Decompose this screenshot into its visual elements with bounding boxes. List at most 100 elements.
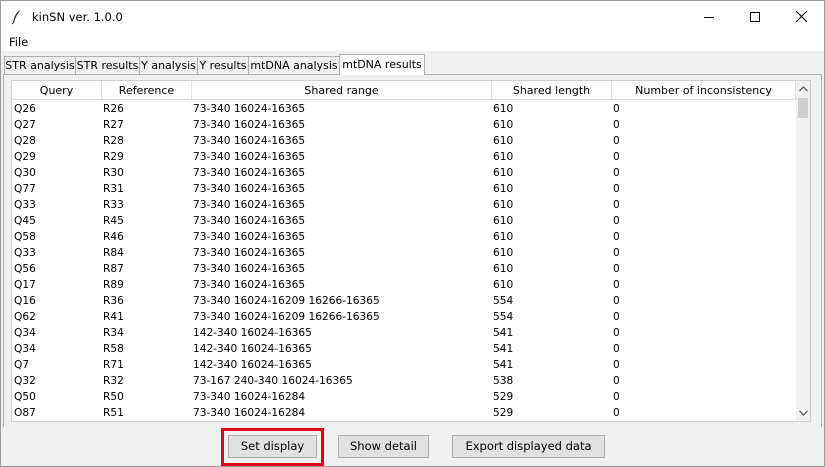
cell-reference: R50 xyxy=(103,391,124,403)
cell-query: Q26 xyxy=(14,103,36,115)
cell-query: Q34 xyxy=(14,343,36,355)
app-window: kinSN ver. 1.0.0 File STR analysis STR r… xyxy=(0,0,825,467)
table-row[interactable]: Q50 R50 73-340 16024-16284 529 0 xyxy=(12,389,796,405)
cell-shared-length: 610 xyxy=(493,135,514,147)
tab-y-analysis[interactable]: Y analysis xyxy=(139,56,198,74)
table-row[interactable]: Q17 R89 73-340 16024-16365 610 0 xyxy=(12,277,796,293)
cell-reference: R32 xyxy=(103,375,124,387)
vertical-scrollbar[interactable] xyxy=(796,81,810,421)
cell-shared-length: 610 xyxy=(493,279,514,291)
table-row[interactable]: O87 R51 73-340 16024-16284 529 0 xyxy=(12,405,796,421)
cell-shared-range: 142-340 16024-16365 xyxy=(193,343,312,355)
cell-query: Q77 xyxy=(14,183,36,195)
table-row[interactable]: Q56 R87 73-340 16024-16365 610 0 xyxy=(12,261,796,277)
highlight-box xyxy=(221,428,324,466)
cell-shared-length: 610 xyxy=(493,215,514,227)
cell-reference: R33 xyxy=(103,199,124,211)
cell-inconsistency: 0 xyxy=(613,151,620,163)
cell-reference: R28 xyxy=(103,135,124,147)
menu-file[interactable]: File xyxy=(9,35,28,49)
cell-shared-range: 73-340 16024-16365 xyxy=(193,183,306,195)
cell-shared-range: 73-340 16024-16209 16266-16365 xyxy=(193,311,380,323)
cell-inconsistency: 0 xyxy=(613,103,620,115)
table-row[interactable]: Q27 R27 73-340 16024-16365 610 0 xyxy=(12,117,796,133)
column-header-query[interactable]: Query xyxy=(12,81,102,100)
cell-inconsistency: 0 xyxy=(613,167,620,179)
cell-reference: R36 xyxy=(103,295,124,307)
table-row[interactable]: Q7 R71 142-340 16024-16365 541 0 xyxy=(12,357,796,373)
table-row[interactable]: Q62 R41 73-340 16024-16209 16266-16365 554 0 xyxy=(12,309,796,325)
cell-reference: R30 xyxy=(103,167,124,179)
table-row[interactable]: Q29 R29 73-340 16024-16365 610 0 xyxy=(12,149,796,165)
cell-inconsistency: 0 xyxy=(613,359,620,371)
table-row[interactable]: Q58 R46 73-340 16024-16365 610 0 xyxy=(12,229,796,245)
column-header-reference[interactable]: Reference xyxy=(102,81,192,100)
maximize-button[interactable] xyxy=(732,1,778,32)
cell-shared-length: 538 xyxy=(493,375,514,387)
cell-shared-range: 73-340 16024-16365 xyxy=(193,119,306,131)
cell-shared-length: 610 xyxy=(493,103,514,115)
table-row[interactable]: Q33 R33 73-340 16024-16365 610 0 xyxy=(12,197,796,213)
column-header-shared-length[interactable]: Shared length xyxy=(492,81,612,100)
cell-query: Q32 xyxy=(14,375,36,387)
cell-reference: R46 xyxy=(103,231,124,243)
cell-inconsistency: 0 xyxy=(613,215,620,227)
tab-mtdna-results[interactable]: mtDNA results xyxy=(339,54,425,75)
cell-inconsistency: 0 xyxy=(613,199,620,211)
table-row[interactable]: Q32 R32 73-167 240-340 16024-16365 538 0 xyxy=(12,373,796,389)
cell-inconsistency: 0 xyxy=(613,407,620,419)
table-row[interactable]: Q16 R36 73-340 16024-16209 16266-16365 554 0 xyxy=(12,293,796,309)
cell-shared-length: 610 xyxy=(493,151,514,163)
minimize-button[interactable] xyxy=(686,1,732,32)
scroll-down-button[interactable] xyxy=(796,405,810,421)
cell-reference: R29 xyxy=(103,151,124,163)
cell-shared-range: 73-340 16024-16209 16266-16365 xyxy=(193,295,380,307)
tab-str-analysis[interactable]: STR analysis xyxy=(4,56,76,74)
cell-shared-range: 73-340 16024-16284 xyxy=(193,391,306,403)
table-row[interactable]: Q26 R26 73-340 16024-16365 610 0 xyxy=(12,101,796,117)
table-row[interactable]: Q77 R31 73-340 16024-16365 610 0 xyxy=(12,181,796,197)
title-bar: kinSN ver. 1.0.0 xyxy=(1,1,824,32)
cell-reference: R58 xyxy=(103,343,124,355)
export-displayed-data-button[interactable]: Export displayed data xyxy=(452,435,605,458)
cell-query: Q30 xyxy=(14,167,36,179)
close-button[interactable] xyxy=(778,1,824,32)
cell-reference: R41 xyxy=(103,311,124,323)
cell-shared-range: 73-340 16024-16284 xyxy=(193,407,306,419)
column-header-inconsistency[interactable]: Number of inconsistency xyxy=(612,81,796,100)
cell-shared-range: 142-340 16024-16365 xyxy=(193,359,312,371)
cell-inconsistency: 0 xyxy=(613,279,620,291)
maximize-icon xyxy=(750,11,760,22)
tab-y-results[interactable]: Y results xyxy=(197,56,249,74)
table-row[interactable]: Q33 R84 73-340 16024-16365 610 0 xyxy=(12,245,796,261)
cell-shared-length: 610 xyxy=(493,199,514,211)
scroll-up-button[interactable] xyxy=(796,81,810,97)
cell-reference: R45 xyxy=(103,215,124,227)
table-row[interactable]: Q34 R58 142-340 16024-16365 541 0 xyxy=(12,341,796,357)
cell-query: Q33 xyxy=(14,247,36,259)
column-header-shared-range[interactable]: Shared range xyxy=(192,81,492,100)
cell-shared-length: 541 xyxy=(493,359,514,371)
cell-shared-length: 541 xyxy=(493,343,514,355)
table-row[interactable]: Q45 R45 73-340 16024-16365 610 0 xyxy=(12,213,796,229)
cell-reference: R89 xyxy=(103,279,124,291)
cell-reference: R31 xyxy=(103,183,124,195)
cell-reference: R84 xyxy=(103,247,124,259)
table-header: Query Reference Shared range Shared leng… xyxy=(12,81,796,100)
cell-query: Q17 xyxy=(14,279,36,291)
cell-query: Q56 xyxy=(14,263,36,275)
cell-query: Q29 xyxy=(14,151,36,163)
table-row[interactable]: Q34 R34 142-340 16024-16365 541 0 xyxy=(12,325,796,341)
tab-str-results[interactable]: STR results xyxy=(75,56,140,74)
scroll-thumb[interactable] xyxy=(798,98,808,118)
window-title: kinSN ver. 1.0.0 xyxy=(32,10,123,24)
cell-query: Q45 xyxy=(14,215,36,227)
minimize-icon xyxy=(704,16,714,18)
table-row[interactable]: Q28 R28 73-340 16024-16365 610 0 xyxy=(12,133,796,149)
table-row[interactable]: Q30 R30 73-340 16024-16365 610 0 xyxy=(12,165,796,181)
cell-inconsistency: 0 xyxy=(613,391,620,403)
show-detail-button[interactable]: Show detail xyxy=(338,435,429,458)
tab-mtdna-analysis[interactable]: mtDNA analysis xyxy=(248,56,340,74)
cell-shared-length: 610 xyxy=(493,183,514,195)
cell-shared-range: 73-167 240-340 16024-16365 xyxy=(193,375,353,387)
